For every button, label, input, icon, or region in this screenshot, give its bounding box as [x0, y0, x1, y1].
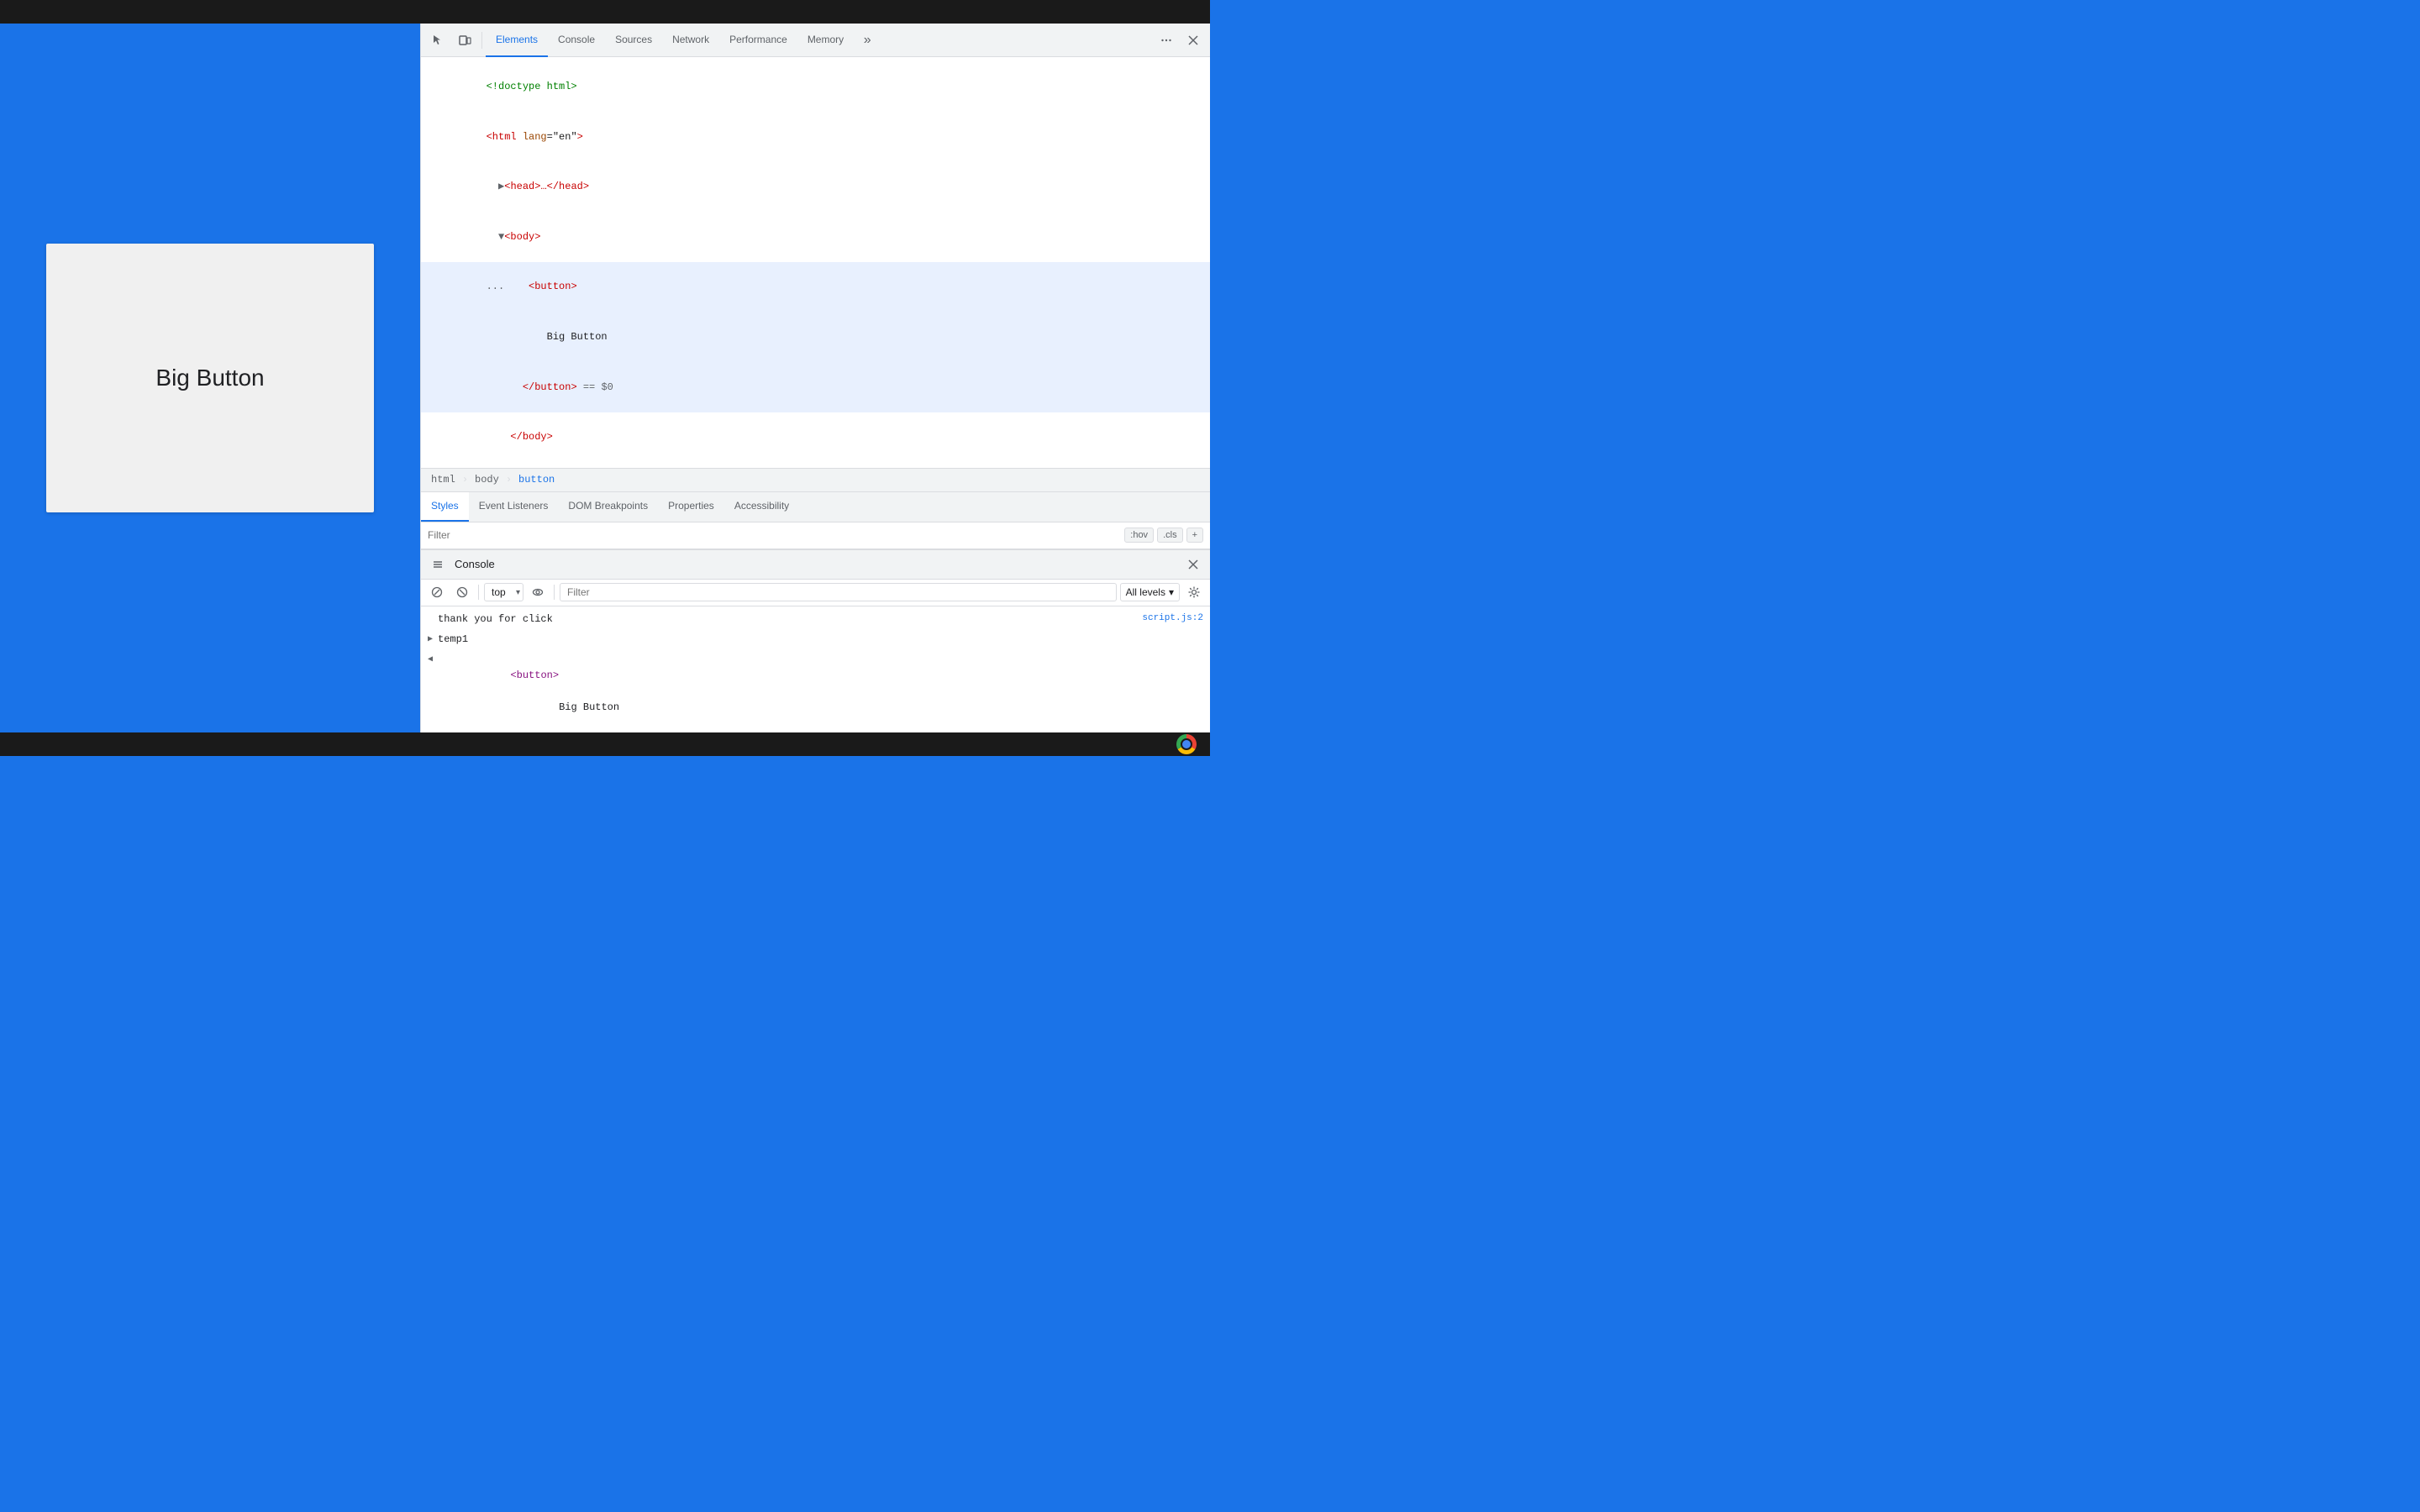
tab-console[interactable]: Console — [548, 24, 605, 57]
toolbar-divider — [481, 32, 482, 49]
html-line-body[interactable]: ▼<body> — [421, 213, 1210, 263]
styles-tab-properties[interactable]: Properties — [658, 492, 724, 522]
html-line-html[interactable]: <html lang="en"> — [421, 113, 1210, 163]
console-menu-icon[interactable] — [428, 554, 448, 575]
cls-filter-button[interactable]: .cls — [1157, 528, 1183, 543]
breadcrumb-body[interactable]: body — [471, 472, 502, 487]
html-line-head[interactable]: ▶<head>…</head> — [421, 162, 1210, 213]
console-log-line-2: ▶ temp1 — [421, 630, 1210, 650]
tab-network[interactable]: Network — [662, 24, 719, 57]
console-output: thank you for click script.js:2 ▶ temp1 … — [421, 606, 1210, 733]
html-line-doctype[interactable]: <!doctype html> — [421, 62, 1210, 113]
hov-filter-button[interactable]: :hov — [1124, 528, 1154, 543]
html-line-button-close[interactable]: </button> == $0 — [421, 362, 1210, 412]
console-settings-button[interactable] — [1183, 581, 1205, 603]
demo-card: Big Button — [46, 244, 374, 512]
tab-performance[interactable]: Performance — [719, 24, 797, 57]
chrome-logo-icon — [1176, 734, 1197, 754]
console-log-line-1: thank you for click script.js:2 — [421, 610, 1210, 630]
tab-sources[interactable]: Sources — [605, 24, 662, 57]
main-area: Big Button Elements — [0, 24, 1210, 732]
tab-memory[interactable]: Memory — [797, 24, 854, 57]
live-expressions-button[interactable] — [527, 581, 549, 603]
styles-tab-event-listeners[interactable]: Event Listeners — [469, 492, 559, 522]
filter-bar: :hov .cls + — [421, 522, 1210, 549]
inspect-element-button[interactable] — [424, 27, 451, 54]
page-preview-area: Big Button — [0, 24, 420, 732]
console-filter-input[interactable] — [560, 583, 1117, 601]
breadcrumb-sep-1: › — [462, 474, 468, 486]
console-expand-temp1[interactable]: ▶ — [428, 633, 433, 647]
more-tabs-button[interactable]: » — [854, 24, 881, 57]
add-style-button[interactable]: + — [1186, 528, 1203, 543]
top-bar — [0, 0, 1210, 24]
breadcrumb-html[interactable]: html — [428, 472, 459, 487]
devtools-panel: Elements Console Sources Network Perform… — [420, 24, 1210, 732]
bottom-bar — [0, 732, 1210, 756]
styles-filter-input[interactable] — [428, 529, 1118, 541]
console-context-wrapper: top — [484, 583, 523, 601]
toolbar-end-icons — [1153, 27, 1207, 54]
breadcrumb-button[interactable]: button — [515, 472, 558, 487]
breadcrumb-sep-2: › — [506, 474, 512, 486]
tab-elements[interactable]: Elements — [486, 24, 548, 57]
html-line-button-text[interactable]: Big Button — [421, 312, 1210, 363]
console-toolbar: top All levels ▾ — [421, 580, 1210, 606]
elements-panel: <!doctype html> <html lang="en"> ▶<head>… — [421, 57, 1210, 469]
console-log-line-3: ◀ <button> Big Button </button> — [421, 650, 1210, 732]
styles-tabs: Styles Event Listeners DOM Breakpoints P… — [421, 492, 1210, 522]
console-toolbar-divider — [478, 585, 479, 600]
html-line-button-open[interactable]: ... <button> — [421, 262, 1210, 312]
console-drawer-title: Console — [455, 558, 495, 570]
console-source-link-1: script.js:2 — [1142, 613, 1203, 623]
styles-tab-styles[interactable]: Styles — [421, 492, 469, 522]
clear-console-button[interactable] — [426, 581, 448, 603]
console-toolbar-divider2 — [554, 585, 555, 600]
demo-button-text: Big Button — [155, 365, 264, 391]
styles-tab-dom-breakpoints[interactable]: DOM Breakpoints — [558, 492, 658, 522]
console-context-select[interactable]: top — [484, 583, 523, 601]
devtools-settings-button[interactable] — [1153, 27, 1180, 54]
no-errors-button[interactable] — [451, 581, 473, 603]
devtools-tabs: Elements Console Sources Network Perform… — [486, 24, 1153, 57]
filter-actions: :hov .cls + — [1124, 528, 1203, 543]
console-drawer-header: Console — [421, 549, 1210, 580]
console-levels-button[interactable]: All levels ▾ — [1120, 583, 1180, 601]
devtools-toolbar: Elements Console Sources Network Perform… — [421, 24, 1210, 57]
console-drawer-close-button[interactable] — [1183, 554, 1203, 575]
device-toggle-button[interactable] — [451, 27, 478, 54]
console-drawer: Console — [421, 549, 1210, 733]
devtools-close-button[interactable] — [1180, 27, 1207, 54]
breadcrumb-bar: html › body › button — [421, 469, 1210, 492]
html-line-body-close[interactable]: </body> — [421, 412, 1210, 463]
styles-tab-accessibility[interactable]: Accessibility — [724, 492, 799, 522]
